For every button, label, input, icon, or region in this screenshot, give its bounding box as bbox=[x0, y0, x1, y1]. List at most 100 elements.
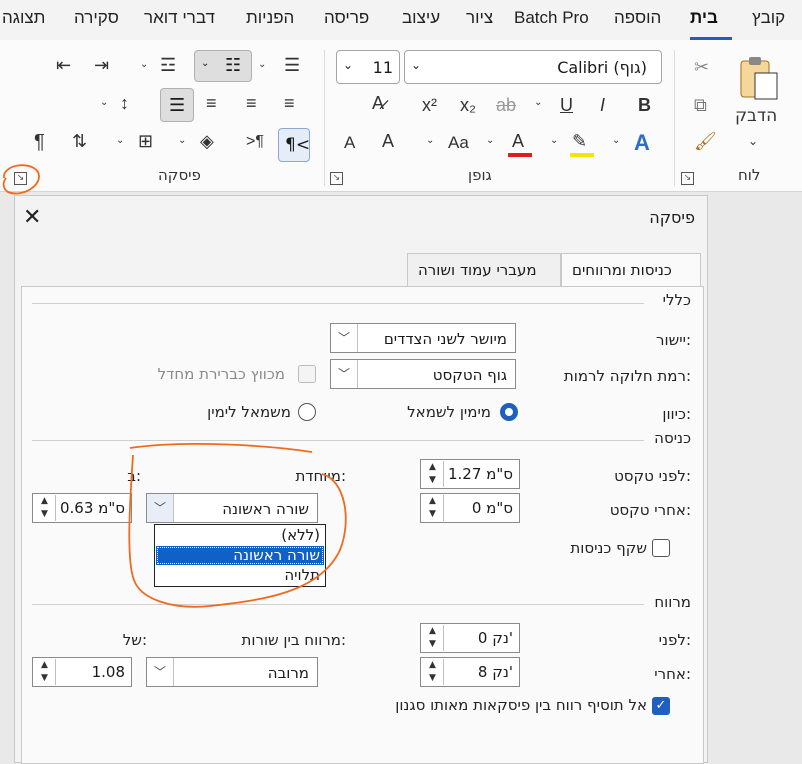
align-right-icon[interactable]: ≡ bbox=[284, 94, 295, 112]
by-spinner[interactable]: 0.63 ס"מ ▲ ▼ bbox=[32, 493, 132, 523]
subscript-button[interactable]: x₂ bbox=[460, 96, 476, 114]
cut-icon[interactable]: ✂ bbox=[694, 58, 709, 76]
borders-icon[interactable]: ⊞ bbox=[138, 132, 153, 150]
text-effects-icon[interactable]: A bbox=[634, 132, 650, 154]
tab-view[interactable]: תצוגה bbox=[2, 8, 45, 28]
close-icon[interactable]: ✕ bbox=[23, 205, 41, 230]
dont-add-space-checkbox[interactable]: ✓ bbox=[652, 697, 670, 715]
tab-insert[interactable]: הוספה bbox=[614, 8, 661, 28]
alignment-select[interactable]: מיושר לשני הצדדים ﹀ bbox=[330, 323, 516, 353]
chevron-down-icon[interactable]: ⌄ bbox=[100, 98, 108, 108]
superscript-button[interactable]: x² bbox=[422, 96, 437, 114]
rtl-direction-button[interactable]: ¶< bbox=[278, 128, 310, 162]
chevron-down-icon[interactable]: ⌄ bbox=[486, 136, 494, 146]
align-left-icon[interactable]: ≡ bbox=[206, 94, 217, 112]
strikethrough-button[interactable]: ab bbox=[496, 96, 516, 114]
show-formatting-button[interactable]: ¶ bbox=[34, 132, 45, 152]
up-arrow-icon[interactable]: ▲ bbox=[422, 625, 443, 638]
chevron-down-icon[interactable]: ⌄ bbox=[140, 60, 148, 70]
shrink-font-button[interactable]: A bbox=[344, 134, 355, 151]
spin-buttons[interactable]: ▲ ▼ bbox=[422, 495, 444, 521]
tab-draw[interactable]: ציור bbox=[466, 8, 493, 28]
tab-review[interactable]: סקירה bbox=[74, 8, 119, 28]
chevron-down-icon[interactable]: ⌄ bbox=[612, 136, 620, 146]
after-text-spinner[interactable]: 0 ס"מ ▲ ▼ bbox=[420, 493, 520, 523]
spin-buttons[interactable]: ▲ ▼ bbox=[34, 659, 56, 685]
change-case-button[interactable]: Aa bbox=[448, 134, 469, 151]
numbering-button[interactable]: ☷ ⌄ bbox=[194, 50, 252, 82]
spacing-before-spinner[interactable]: 0 נק' ▲ ▼ bbox=[420, 623, 520, 653]
decrease-indent-icon[interactable]: ⇤ bbox=[56, 56, 71, 74]
chevron-down-icon[interactable]: ⌄ bbox=[258, 60, 266, 70]
up-arrow-icon[interactable]: ▲ bbox=[422, 659, 443, 672]
option-first-line[interactable]: שורה ראשונה bbox=[156, 546, 324, 565]
bullets-icon[interactable]: ☰ bbox=[284, 56, 300, 74]
chevron-down-icon[interactable]: ⌄ bbox=[550, 136, 558, 146]
font-name-combo[interactable]: Calibri (גוף) ⌄ bbox=[404, 50, 662, 84]
tab-indents-spacing[interactable]: כניסות ומרווחים bbox=[561, 253, 701, 287]
chevron-down-icon[interactable]: ⌄ bbox=[534, 98, 542, 108]
sort-icon[interactable]: ⇅ bbox=[72, 132, 87, 150]
at-spinner[interactable]: 1.08 ▲ ▼ bbox=[32, 657, 132, 687]
outline-level-select[interactable]: גוף הטקסט ﹀ bbox=[330, 359, 516, 389]
italic-button[interactable]: I bbox=[600, 96, 605, 114]
spin-buttons[interactable]: ▲ ▼ bbox=[422, 461, 444, 487]
shading-icon[interactable]: ◈ bbox=[200, 132, 214, 150]
font-launcher-icon[interactable]: ↘ bbox=[330, 172, 343, 185]
justify-button[interactable]: ☰ bbox=[160, 88, 194, 122]
down-arrow-icon[interactable]: ▼ bbox=[422, 672, 443, 685]
chevron-down-icon[interactable]: ⌄ bbox=[116, 136, 124, 146]
up-arrow-icon[interactable]: ▲ bbox=[34, 495, 55, 508]
multilevel-list-icon[interactable]: ☲ bbox=[160, 56, 176, 74]
tab-line-page-breaks[interactable]: מעברי עמוד ושורה bbox=[407, 253, 561, 287]
paragraph-launcher-icon[interactable]: ↘ bbox=[14, 172, 27, 185]
bold-button[interactable]: B bbox=[638, 96, 651, 114]
option-none[interactable]: (ללא) bbox=[156, 526, 324, 545]
clear-formatting-icon[interactable]: A̷ bbox=[372, 94, 384, 112]
spin-buttons[interactable]: ▲ ▼ bbox=[422, 659, 444, 685]
ltr-radio[interactable] bbox=[298, 403, 316, 421]
copy-icon[interactable]: ⧉ bbox=[694, 96, 707, 114]
tab-batch-pro[interactable]: Batch Pro bbox=[514, 8, 589, 28]
paste-icon[interactable] bbox=[737, 55, 781, 103]
before-text-spinner[interactable]: 1.27 ס"מ ▲ ▼ bbox=[420, 459, 520, 489]
down-arrow-icon[interactable]: ▼ bbox=[34, 508, 55, 521]
option-hanging[interactable]: תלויה bbox=[156, 566, 324, 585]
paste-dropdown-icon[interactable]: ⌄ bbox=[748, 135, 758, 147]
line-spacing-icon[interactable]: ↕ bbox=[120, 94, 129, 112]
align-center-icon[interactable]: ≡ bbox=[246, 94, 257, 112]
tab-mailings[interactable]: דברי דואר bbox=[144, 8, 215, 28]
line-spacing-select[interactable]: מרובה ﹀ bbox=[146, 657, 318, 687]
spacing-after-spinner[interactable]: 8 נק' ▲ ▼ bbox=[420, 657, 520, 687]
up-arrow-icon[interactable]: ▲ bbox=[422, 495, 443, 508]
up-arrow-icon[interactable]: ▲ bbox=[422, 461, 443, 474]
chevron-down-icon[interactable]: ⌄ bbox=[178, 136, 186, 146]
clipboard-launcher-icon[interactable]: ↘ bbox=[681, 172, 694, 185]
underline-button[interactable]: U bbox=[560, 96, 573, 114]
font-color-button[interactable]: A bbox=[512, 132, 524, 150]
paste-label[interactable]: הדבק bbox=[735, 108, 777, 125]
font-size-combo[interactable]: 11 ⌄ bbox=[336, 50, 400, 84]
mirror-indents-checkbox[interactable] bbox=[652, 539, 670, 557]
grow-font-button[interactable]: A bbox=[382, 132, 394, 150]
tab-references[interactable]: הפניות bbox=[246, 8, 294, 28]
up-arrow-icon[interactable]: ▲ bbox=[34, 659, 55, 672]
format-painter-icon[interactable]: 🖌 bbox=[694, 132, 717, 150]
spin-buttons[interactable]: ▲ ▼ bbox=[422, 625, 444, 651]
spin-buttons[interactable]: ▲ ▼ bbox=[34, 495, 56, 521]
collapsed-checkbox[interactable] bbox=[298, 365, 316, 383]
special-select[interactable]: שורה ראשונה ﹀ bbox=[146, 493, 318, 523]
down-arrow-icon[interactable]: ▼ bbox=[422, 638, 443, 651]
tab-design[interactable]: עיצוב bbox=[402, 8, 440, 28]
tab-file[interactable]: קובץ bbox=[752, 8, 785, 28]
down-arrow-icon[interactable]: ▼ bbox=[422, 508, 443, 521]
chevron-down-icon[interactable]: ⌄ bbox=[426, 136, 434, 146]
ltr-paragraph-icon[interactable]: >¶ bbox=[246, 134, 264, 150]
increase-indent-icon[interactable]: ⇥ bbox=[94, 56, 109, 74]
down-arrow-icon[interactable]: ▼ bbox=[34, 672, 55, 685]
down-arrow-icon[interactable]: ▼ bbox=[422, 474, 443, 487]
tab-layout[interactable]: פריסה bbox=[324, 8, 369, 28]
tab-home[interactable]: בית bbox=[690, 8, 718, 28]
rtl-radio[interactable] bbox=[500, 403, 518, 421]
highlight-icon[interactable]: ✎ bbox=[572, 132, 587, 150]
